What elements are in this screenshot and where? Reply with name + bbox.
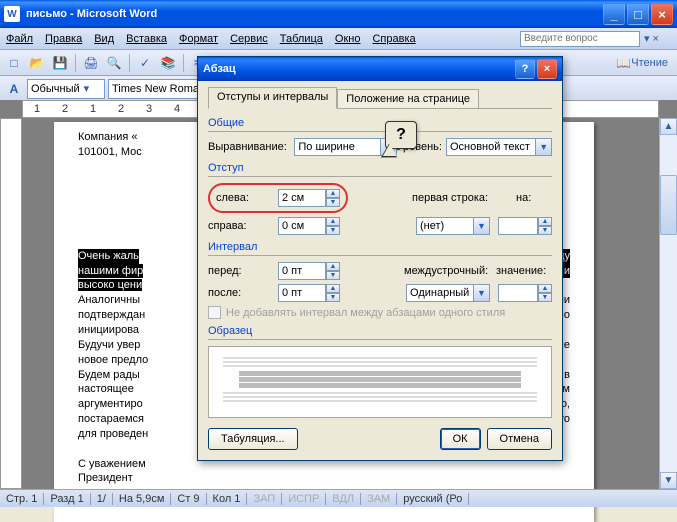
- linespacing-dropdown-icon[interactable]: ▼: [474, 284, 490, 302]
- linespacing-combo[interactable]: Одинарный: [406, 284, 474, 302]
- status-ovr[interactable]: ЗАМ: [361, 493, 397, 505]
- app-icon: W: [4, 6, 20, 22]
- before-up-icon[interactable]: ▲: [326, 262, 340, 271]
- group-indent-label: Отступ: [208, 162, 552, 174]
- firstline-dropdown-icon[interactable]: ▼: [474, 217, 490, 235]
- before-input[interactable]: 0 пт: [278, 262, 326, 280]
- status-section: Разд 1: [44, 493, 90, 505]
- menu-view[interactable]: Вид: [94, 33, 114, 45]
- preview-box: [208, 346, 552, 418]
- by-label: на:: [516, 192, 546, 204]
- minimize-button[interactable]: _: [603, 3, 625, 25]
- firstline-combo[interactable]: (нет): [416, 217, 474, 235]
- by-up-icon[interactable]: ▲: [538, 217, 552, 226]
- alignment-combo[interactable]: По ширине: [294, 138, 380, 156]
- after-down-icon[interactable]: ▼: [326, 293, 340, 302]
- paragraph-dialog: Абзац ? × Отступы и интервалы Положение …: [197, 56, 563, 461]
- highlight-indent-left: слева: 2 см ▲ ▼: [208, 183, 348, 213]
- linespacing-label: междустрочный:: [404, 265, 490, 277]
- research-button[interactable]: 📚: [158, 53, 178, 73]
- nospace-label: Не добавлять интервал между абзацами одн…: [226, 307, 505, 319]
- spell-button[interactable]: ✓: [135, 53, 155, 73]
- level-combo[interactable]: Основной текст: [446, 138, 536, 156]
- status-rec[interactable]: ЗАП: [247, 493, 282, 505]
- scroll-down-icon[interactable]: ▼: [660, 472, 677, 489]
- print-button[interactable]: 🖨: [81, 53, 101, 73]
- styles-pane-icon[interactable]: A: [4, 79, 24, 99]
- indent-left-down-icon[interactable]: ▼: [326, 198, 340, 207]
- tabs-button[interactable]: Табуляция...: [208, 428, 298, 450]
- after-up-icon[interactable]: ▲: [326, 284, 340, 293]
- at-label: значение:: [496, 265, 546, 277]
- menubar: Файл Правка Вид Вставка Формат Сервис Та…: [0, 28, 677, 50]
- dialog-help-button[interactable]: ?: [515, 59, 535, 79]
- open-button[interactable]: 📂: [27, 53, 47, 73]
- menu-help[interactable]: Справка: [372, 33, 415, 45]
- reading-mode-button[interactable]: 📖 Чтение: [611, 53, 673, 73]
- preview-button[interactable]: 🔍: [104, 53, 124, 73]
- style-combo[interactable]: Обычный▾: [27, 79, 105, 99]
- vertical-ruler[interactable]: [0, 118, 22, 489]
- dialog-tabs: Отступы и интервалы Положение на страниц…: [208, 87, 552, 109]
- indent-left-input[interactable]: 2 см: [278, 189, 326, 207]
- group-spacing-label: Интервал: [208, 241, 552, 253]
- scroll-up-icon[interactable]: ▲: [660, 118, 677, 135]
- by-down-icon[interactable]: ▼: [538, 226, 552, 235]
- menu-format[interactable]: Формат: [179, 33, 218, 45]
- save-button[interactable]: 💾: [50, 53, 70, 73]
- menu-insert[interactable]: Вставка: [126, 33, 167, 45]
- dialog-close-button[interactable]: ×: [537, 59, 557, 79]
- by-input[interactable]: [498, 217, 538, 235]
- at-input[interactable]: [498, 284, 538, 302]
- indent-left-label: слева:: [216, 192, 272, 204]
- indent-right-up-icon[interactable]: ▲: [326, 217, 340, 226]
- maximize-button[interactable]: □: [627, 3, 649, 25]
- status-pages: 1/: [91, 493, 113, 505]
- nospace-checkbox[interactable]: [208, 306, 221, 319]
- help-callout: ?: [385, 121, 417, 149]
- scroll-thumb[interactable]: [660, 175, 677, 235]
- status-trk[interactable]: ИСПР: [282, 493, 326, 505]
- vertical-scrollbar[interactable]: ▲ ▼: [659, 118, 677, 489]
- cancel-button[interactable]: Отмена: [487, 428, 552, 450]
- indent-right-label: справа:: [208, 220, 272, 232]
- menu-tools[interactable]: Сервис: [230, 33, 268, 45]
- group-preview-label: Образец: [208, 325, 552, 337]
- before-down-icon[interactable]: ▼: [326, 271, 340, 280]
- after-input[interactable]: 0 пт: [278, 284, 326, 302]
- firstline-label: первая строка:: [412, 192, 492, 204]
- status-ext[interactable]: ВДЛ: [326, 493, 361, 505]
- new-button[interactable]: □: [4, 53, 24, 73]
- menu-table[interactable]: Таблица: [280, 33, 323, 45]
- at-down-icon[interactable]: ▼: [538, 293, 552, 302]
- status-page: Стр. 1: [0, 493, 44, 505]
- dialog-titlebar[interactable]: Абзац ? ×: [198, 57, 562, 81]
- indent-right-input[interactable]: 0 см: [278, 217, 326, 235]
- status-at: На 5,9см: [113, 493, 171, 505]
- menu-chevron[interactable]: ▾ ×: [644, 32, 659, 45]
- tab-indents-spacing[interactable]: Отступы и интервалы: [208, 87, 337, 109]
- indent-left-up-icon[interactable]: ▲: [326, 189, 340, 198]
- after-label: после:: [208, 287, 272, 299]
- at-up-icon[interactable]: ▲: [538, 284, 552, 293]
- ok-button[interactable]: ОК: [440, 428, 481, 450]
- status-language[interactable]: русский (Ро: [397, 493, 469, 505]
- indent-right-down-icon[interactable]: ▼: [326, 226, 340, 235]
- menu-edit[interactable]: Правка: [45, 33, 82, 45]
- tab-page-position[interactable]: Положение на странице: [337, 89, 479, 108]
- status-bar: Стр. 1 Разд 1 1/ На 5,9см Ст 9 Кол 1 ЗАП…: [0, 489, 677, 507]
- menu-file[interactable]: Файл: [6, 33, 33, 45]
- titlebar: W письмо - Microsoft Word _ □ ×: [0, 0, 677, 28]
- close-button[interactable]: ×: [651, 3, 673, 25]
- window-title: письмо - Microsoft Word: [26, 8, 157, 20]
- status-line: Ст 9: [171, 493, 206, 505]
- help-search-input[interactable]: [520, 31, 640, 47]
- alignment-label: Выравнивание:: [208, 141, 288, 153]
- status-col: Кол 1: [207, 493, 248, 505]
- level-dropdown-icon[interactable]: ▼: [536, 138, 552, 156]
- dialog-title: Абзац: [203, 63, 236, 75]
- menu-window[interactable]: Окно: [335, 33, 361, 45]
- before-label: перед:: [208, 265, 272, 277]
- group-general-label: Общие: [208, 117, 552, 129]
